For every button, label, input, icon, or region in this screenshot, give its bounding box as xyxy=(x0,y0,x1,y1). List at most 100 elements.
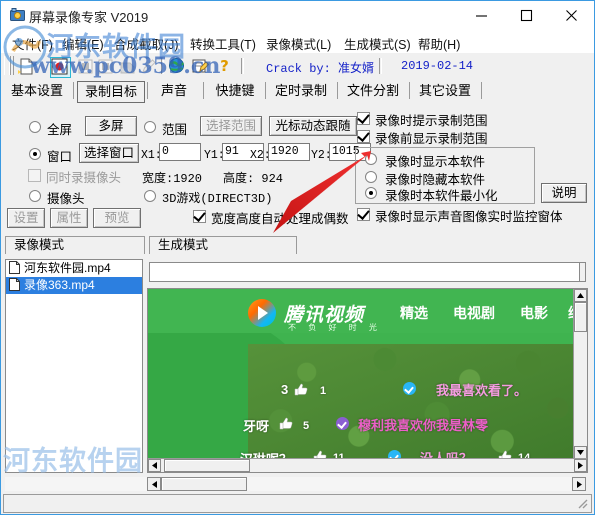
bottom-scroll-right-button[interactable] xyxy=(572,477,586,491)
new-file-icon[interactable] xyxy=(17,57,36,76)
radio-window[interactable] xyxy=(29,148,41,160)
mode-tab-generate[interactable]: 生成模式 xyxy=(149,236,297,254)
x1-input[interactable]: 0 xyxy=(159,143,201,161)
pause-icon xyxy=(96,57,115,76)
danmaku-text: 3 xyxy=(281,382,289,397)
menu-generate-mode[interactable]: 生成模式(S) xyxy=(341,33,414,54)
resize-grip-icon[interactable] xyxy=(576,497,588,509)
tab-hotkeys[interactable]: 快捷键 xyxy=(207,81,263,101)
explain-button[interactable]: 说明 xyxy=(541,183,587,203)
path-input[interactable] xyxy=(149,262,584,282)
settings-tabstrip: 基本设置 录制目标 声音 快捷键 定时录制 文件分割 其它设置 xyxy=(1,79,594,104)
radio-fullscreen[interactable] xyxy=(29,121,41,133)
preview-brand-slogan: 不 负 好 时 光 xyxy=(288,323,382,332)
note-edit-icon[interactable] xyxy=(191,57,210,76)
menu-convert[interactable]: 转换工具(T) xyxy=(187,33,259,54)
status-bar xyxy=(3,494,592,513)
window-title: 屏幕录像专家 V2019 xyxy=(29,10,149,25)
record-icon[interactable] xyxy=(50,57,71,78)
tab-sound[interactable]: 声音 xyxy=(151,81,197,101)
danmaku-text: 我最喜欢看了。 xyxy=(436,383,528,398)
menu-help[interactable]: 帮助(H) xyxy=(415,33,463,54)
list-item[interactable]: 录像363.mp4 xyxy=(6,277,142,294)
bottom-scroll-area[interactable] xyxy=(5,477,586,491)
save-icon xyxy=(118,57,137,76)
checkbox-show-range-before[interactable] xyxy=(357,130,370,143)
crack-label: Crack by: 准女婿 xyxy=(266,62,375,76)
list-item[interactable]: 河东软件园.mp4 xyxy=(6,260,142,277)
tab-basic-settings[interactable]: 基本设置 xyxy=(5,81,69,101)
tab-record-target[interactable]: 录制目标 xyxy=(77,81,145,103)
menu-bar: 文件(F) 编辑(E) 合成截取(J) 转换工具(T) 录像模式(L) 生成模式… xyxy=(1,30,594,52)
file-icon xyxy=(9,278,20,291)
title-bar: 屏幕录像专家 V2019 xyxy=(1,1,594,30)
minimize-button[interactable] xyxy=(459,1,504,30)
x2-input[interactable]: 1920 xyxy=(268,143,310,161)
toolbar: ? Crack by: 准女婿 2019-02-14 xyxy=(1,52,594,80)
label-camera: 摄像头 xyxy=(47,192,85,206)
preview-hscroll-thumb[interactable] xyxy=(164,459,250,472)
radio-hide-app[interactable] xyxy=(365,171,377,183)
preview-nav-movies[interactable]: 电影 xyxy=(520,303,548,323)
tab-divider-2 xyxy=(147,82,148,99)
help-question-icon[interactable]: ? xyxy=(216,57,235,76)
preview-vertical-scrollbar[interactable] xyxy=(573,289,587,459)
menu-compose[interactable]: 合成截取(J) xyxy=(111,33,182,54)
menu-file[interactable]: 文件(F) xyxy=(9,33,56,54)
checkbox-monitor-window[interactable] xyxy=(357,208,370,221)
tab-divider-3 xyxy=(203,82,204,99)
bottom-scroll-left-button[interactable] xyxy=(147,477,161,491)
label-hint-range: 录像时提示录制范围 xyxy=(375,114,488,128)
path-spinner[interactable] xyxy=(579,262,586,282)
radio-camera[interactable] xyxy=(29,190,41,202)
mode-tab-record[interactable]: 录像模式 xyxy=(5,236,145,254)
cursor-follow-button[interactable]: 光标动态跟随 xyxy=(269,116,357,136)
video-preview[interactable]: 腾讯视频 不 负 好 时 光 精选 电视剧 电影 综 3 1 我最喜欢看了。 牙… xyxy=(147,288,588,473)
multiscreen-button[interactable]: 多屏 xyxy=(85,116,137,136)
window-controls xyxy=(459,1,594,30)
file-icon xyxy=(9,261,20,274)
verified-badge-icon xyxy=(403,382,416,395)
menu-edit[interactable]: 编辑(E) xyxy=(59,33,107,54)
app-window: 屏幕录像专家 V2019 文件(F) 编辑(E) 合成截取(J) 转换工具(T)… xyxy=(0,0,595,515)
app-icon xyxy=(10,8,25,23)
settings-button: 设置 xyxy=(7,208,45,228)
scroll-left-button[interactable] xyxy=(148,459,161,472)
crack-date-label: 2019-02-14 xyxy=(401,59,474,73)
tab-other-settings[interactable]: 其它设置 xyxy=(413,81,477,101)
label-monitor-window: 录像时显示声音图像实时监控窗体 xyxy=(375,210,563,224)
menu-record-mode[interactable]: 录像模式(L) xyxy=(263,33,334,54)
radio-3d-game[interactable] xyxy=(144,190,156,202)
danmaku-text: 1 xyxy=(320,385,327,397)
checkbox-record-camera xyxy=(28,169,41,182)
mode-tabstrip: 录像模式 生成模式 xyxy=(1,234,594,256)
checkbox-auto-even[interactable] xyxy=(193,210,206,223)
radio-show-app[interactable] xyxy=(365,153,377,165)
preview-button: 预览 xyxy=(93,208,141,228)
select-window-button[interactable]: 选择窗口 xyxy=(79,143,139,163)
properties-button: 属性 xyxy=(50,208,88,228)
tab-file-split[interactable]: 文件分割 xyxy=(341,81,405,101)
svg-text:?: ? xyxy=(220,57,229,74)
bottom-scroll-thumb[interactable] xyxy=(161,477,247,491)
file-list[interactable]: 河东软件园.mp4 录像363.mp4 xyxy=(5,259,143,473)
avatar xyxy=(336,417,349,430)
radio-minimize-app[interactable] xyxy=(365,187,377,199)
globe-icon[interactable] xyxy=(168,57,187,76)
checkbox-hint-range[interactable] xyxy=(357,112,370,125)
close-button[interactable] xyxy=(549,1,594,30)
file-name: 河东软件园.mp4 xyxy=(24,261,111,275)
tab-divider-4 xyxy=(265,82,266,99)
file-name: 录像363.mp4 xyxy=(24,278,95,292)
preview-horizontal-scrollbar[interactable] xyxy=(148,458,587,472)
toolbar-grip-2[interactable] xyxy=(9,56,14,75)
tab-timed-record[interactable]: 定时录制 xyxy=(269,81,333,101)
select-range-button: 选择范围 xyxy=(200,116,262,136)
preview-vscroll-thumb[interactable] xyxy=(574,302,587,332)
preview-nav-tvseries[interactable]: 电视剧 xyxy=(453,303,495,323)
preview-nav-featured[interactable]: 精选 xyxy=(400,303,428,323)
scroll-up-button[interactable] xyxy=(574,289,587,302)
scroll-right-button[interactable] xyxy=(574,459,587,472)
maximize-button[interactable] xyxy=(504,1,549,30)
radio-range[interactable] xyxy=(144,121,156,133)
